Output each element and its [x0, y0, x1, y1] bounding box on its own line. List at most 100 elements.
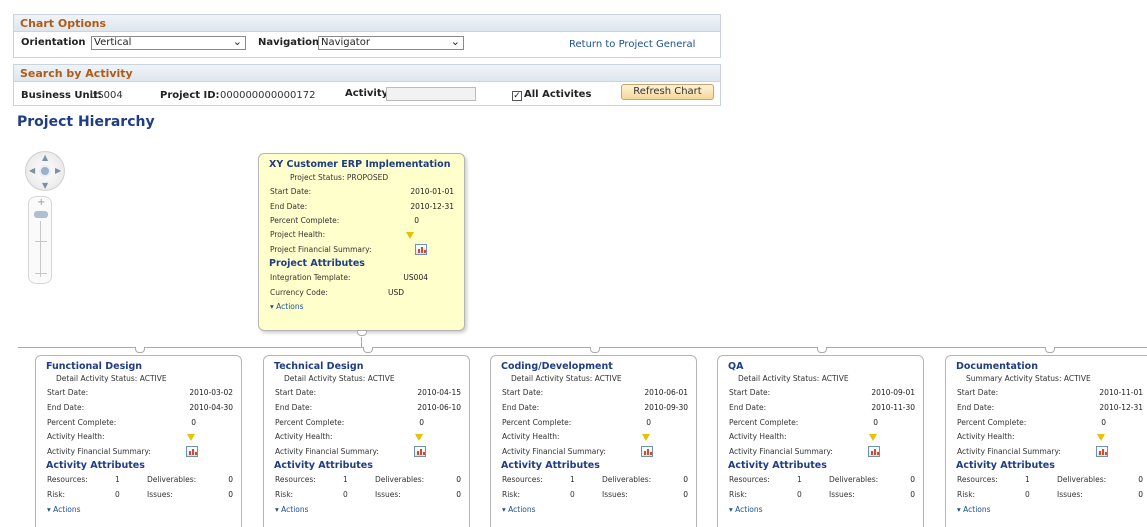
- actions-link[interactable]: ▾ Actions: [275, 505, 309, 514]
- activity-financial-label: Activity Financial Summary:: [502, 447, 606, 456]
- zoom-out-icon[interactable]: [35, 273, 47, 274]
- root-attributes-header: Project Attributes: [269, 258, 365, 269]
- actions-label: Actions: [53, 505, 81, 514]
- orientation-value: Vertical: [94, 37, 132, 48]
- start-date-value: 2010-03-02: [189, 388, 233, 397]
- end-date-value: 2010-09-30: [644, 403, 688, 412]
- pan-center-icon[interactable]: [39, 165, 51, 177]
- activity-health-label: Activity Health:: [729, 432, 787, 441]
- checkbox-checked-icon[interactable]: ✓: [512, 91, 522, 101]
- risk-label: Risk:: [275, 490, 294, 499]
- zoom-in-icon[interactable]: +: [37, 197, 45, 208]
- risk-label: Risk:: [729, 490, 748, 499]
- resources-label: Resources:: [502, 475, 543, 484]
- activity-attributes-header: Activity Attributes: [501, 460, 600, 471]
- percent-complete-value: 0: [1101, 418, 1106, 427]
- activity-title: Functional Design: [46, 361, 143, 372]
- activity-status: Detail Activity Status: ACTIVE: [284, 374, 395, 383]
- pan-right-icon[interactable]: ▶: [55, 166, 61, 175]
- activity-input[interactable]: [386, 87, 476, 101]
- chart-options-header: Chart Options: [14, 15, 720, 32]
- actions-link[interactable]: ▾ Actions: [270, 302, 304, 311]
- actions-link[interactable]: ▾ Actions: [957, 505, 991, 514]
- refresh-chart-button[interactable]: Refresh Chart: [621, 84, 714, 100]
- root-row-label: End Date:: [270, 202, 308, 211]
- root-attribute-value: USD: [387, 288, 404, 297]
- financial-chart-icon[interactable]: [868, 446, 880, 457]
- activity-attributes-header: Activity Attributes: [956, 460, 1055, 471]
- root-row-value: 2010-01-01: [410, 187, 454, 196]
- yellow-triangle-icon: [415, 434, 423, 441]
- pan-down-icon[interactable]: ▼: [42, 181, 48, 190]
- risk-label: Risk:: [502, 490, 521, 499]
- activity-financial-label: Activity Financial Summary:: [957, 447, 1061, 456]
- issues-label: Issues:: [829, 490, 855, 499]
- zoom-handle[interactable]: [34, 211, 48, 218]
- pan-control-icon[interactable]: ▲ ▼ ◀ ▶: [25, 151, 65, 191]
- deliverables-value: 0: [910, 475, 915, 484]
- activity-node[interactable]: Technical Design Detail Activity Status: …: [263, 355, 470, 527]
- actions-link[interactable]: ▾ Actions: [47, 505, 81, 514]
- financial-chart-icon[interactable]: [641, 446, 653, 457]
- resources-value: 1: [115, 475, 120, 484]
- yellow-triangle-icon: [1097, 434, 1105, 441]
- issues-label: Issues:: [147, 490, 173, 499]
- actions-link[interactable]: ▾ Actions: [729, 505, 763, 514]
- resources-label: Resources:: [729, 475, 770, 484]
- end-date-label: End Date:: [47, 403, 85, 412]
- percent-complete-label: Percent Complete:: [47, 418, 117, 427]
- percent-complete-label: Percent Complete:: [957, 418, 1027, 427]
- start-date-label: Start Date:: [275, 388, 317, 397]
- activity-status: Detail Activity Status: ACTIVE: [738, 374, 849, 383]
- issues-value: 0: [910, 490, 915, 499]
- activity-attributes-header: Activity Attributes: [274, 460, 373, 471]
- issues-value: 0: [1138, 490, 1143, 499]
- start-date-value: 2010-09-01: [871, 388, 915, 397]
- all-activities-checkbox[interactable]: ✓ All Activites: [512, 89, 591, 101]
- zoom-slider-icon[interactable]: +: [28, 196, 52, 284]
- return-to-project-general-link[interactable]: Return to Project General: [569, 39, 695, 50]
- deliverables-label: Deliverables:: [147, 475, 197, 484]
- activity-status: Detail Activity Status: ACTIVE: [511, 374, 622, 383]
- issues-value: 0: [683, 490, 688, 499]
- project-id-value: 000000000000172: [220, 90, 316, 101]
- activity-status: Summary Activity Status: ACTIVE: [966, 374, 1091, 383]
- search-header: Search by Activity: [14, 65, 720, 82]
- financial-chart-icon[interactable]: [415, 244, 427, 255]
- collapse-toggle-icon[interactable]: [357, 330, 367, 336]
- start-date-value: 2010-11-01: [1099, 388, 1143, 397]
- activity-node[interactable]: Coding/Development Detail Activity Status…: [490, 355, 697, 527]
- connector-hinge: [817, 347, 827, 353]
- navigation-select[interactable]: Navigator ⌄: [318, 36, 464, 50]
- pan-up-icon[interactable]: ▲: [42, 153, 48, 162]
- pan-left-icon[interactable]: ◀: [29, 166, 35, 175]
- project-id-label: Project ID:: [160, 90, 220, 101]
- risk-value: 0: [570, 490, 575, 499]
- risk-value: 0: [797, 490, 802, 499]
- orientation-select[interactable]: Vertical ⌄: [91, 36, 246, 50]
- start-date-label: Start Date:: [502, 388, 544, 397]
- end-date-label: End Date:: [275, 403, 313, 412]
- start-date-label: Start Date:: [47, 388, 89, 397]
- connector-hinge: [1045, 347, 1055, 353]
- activity-node[interactable]: Documentation Summary Activity Status: AC…: [945, 355, 1147, 527]
- root-project-node[interactable]: XY Customer ERP Implementation Project S…: [258, 153, 465, 331]
- start-date-value: 2010-04-15: [417, 388, 461, 397]
- financial-chart-icon[interactable]: [1096, 446, 1108, 457]
- risk-value: 0: [1025, 490, 1030, 499]
- actions-link[interactable]: ▾ Actions: [502, 505, 536, 514]
- financial-chart-icon[interactable]: [186, 446, 198, 457]
- all-activities-label: All Activites: [524, 89, 592, 100]
- activity-node[interactable]: Functional Design Detail Activity Status:…: [35, 355, 242, 527]
- deliverables-value: 0: [683, 475, 688, 484]
- start-date-value: 2010-06-01: [644, 388, 688, 397]
- resources-value: 1: [797, 475, 802, 484]
- activity-node[interactable]: QA Detail Activity Status: ACTIVE Start Da…: [717, 355, 924, 527]
- issues-value: 0: [456, 490, 461, 499]
- activity-financial-label: Activity Financial Summary:: [47, 447, 151, 456]
- risk-value: 0: [115, 490, 120, 499]
- end-date-value: 2010-11-30: [871, 403, 915, 412]
- financial-chart-icon[interactable]: [414, 446, 426, 457]
- root-title: XY Customer ERP Implementation: [269, 159, 451, 170]
- activity-status: Detail Activity Status: ACTIVE: [56, 374, 167, 383]
